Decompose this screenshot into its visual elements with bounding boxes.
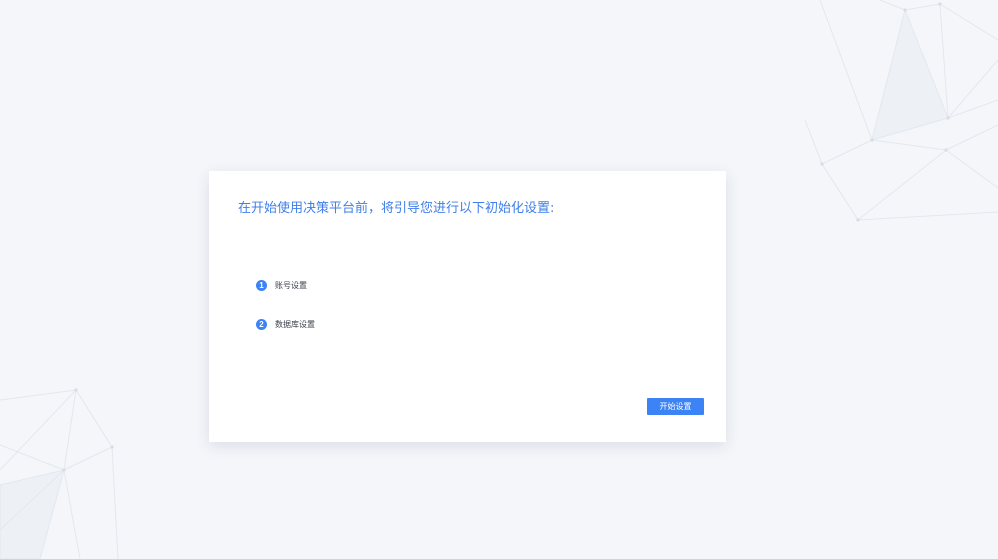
- init-guide-card: 在开始使用决策平台前，将引导您进行以下初始化设置: 1 账号设置 2 数据库设置…: [209, 171, 726, 442]
- step-label: 数据库设置: [275, 319, 315, 329]
- step-label: 账号设置: [275, 280, 307, 290]
- step-number-badge: 1: [256, 279, 267, 291]
- guide-title: 在开始使用决策平台前，将引导您进行以下初始化设置:: [238, 201, 555, 216]
- step-number-badge: 2: [256, 318, 267, 330]
- setup-steps-list: 1 账号设置 2 数据库设置: [256, 278, 315, 356]
- step-database-setup: 2 数据库设置: [256, 317, 315, 331]
- step-account-setup: 1 账号设置: [256, 278, 315, 292]
- start-setup-button[interactable]: 开始设置: [647, 398, 704, 415]
